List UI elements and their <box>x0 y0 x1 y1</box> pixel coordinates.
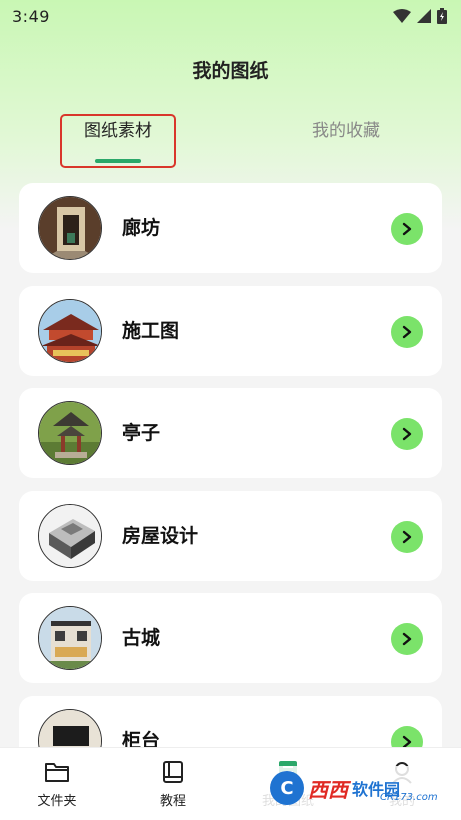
watermark: C 西西 软件园 CR173.com <box>262 766 442 810</box>
page-title: 我的图纸 <box>192 60 269 82</box>
corridor-thumbnail <box>38 196 102 260</box>
list-item-label: 房屋设计 <box>122 525 199 547</box>
tab-label: 图纸素材 <box>84 121 152 141</box>
list-item[interactable]: 亭子 <box>19 388 442 478</box>
pavilion-thumbnail <box>38 401 102 465</box>
pagoda-roof-thumbnail <box>38 299 102 363</box>
list-item[interactable]: 廊坊 <box>19 183 442 273</box>
chevron-right-icon[interactable] <box>391 623 423 655</box>
status-bar: 3:49 <box>0 0 461 32</box>
tab-drawing-materials[interactable]: 图纸素材 <box>60 114 176 168</box>
tab-label: 我的收藏 <box>312 121 380 141</box>
watermark-brand: 西西 <box>308 777 348 802</box>
list-item-label: 亭子 <box>122 422 161 444</box>
status-icons <box>393 8 447 24</box>
tab-bar: 图纸素材 我的收藏 <box>0 110 461 170</box>
nav-label: 文件夹 <box>37 794 77 809</box>
status-time: 3:49 <box>12 6 50 26</box>
chevron-right-icon[interactable] <box>391 316 423 348</box>
watermark-logo-icon: C <box>270 771 304 805</box>
tab-my-favorites[interactable]: 我的收藏 <box>288 116 404 166</box>
chevron-right-icon[interactable] <box>391 418 423 450</box>
folder-icon <box>45 763 69 782</box>
tab-active-indicator <box>95 159 141 163</box>
wifi-icon <box>393 9 411 23</box>
nav-label: 教程 <box>159 794 186 809</box>
watermark-url: CR173.com <box>380 792 438 803</box>
list-item-label: 施工图 <box>122 320 180 342</box>
list-item-label: 古城 <box>122 627 161 649</box>
chevron-right-icon[interactable] <box>391 213 423 245</box>
chevron-right-icon[interactable] <box>391 521 423 553</box>
nav-item-folder[interactable]: 文件夹 <box>17 758 97 809</box>
nav-item-tutorial[interactable]: 教程 <box>133 758 213 809</box>
list-item[interactable]: 施工图 <box>19 286 442 376</box>
book-icon <box>163 761 183 783</box>
list-item[interactable]: 古城 <box>19 593 442 683</box>
list-item-label: 廊坊 <box>122 217 161 239</box>
list-item[interactable]: 房屋设计 <box>19 491 442 581</box>
signal-icon <box>417 9 431 23</box>
battery-icon <box>437 8 447 24</box>
floorplan-3d-thumbnail <box>38 504 102 568</box>
villa-thumbnail <box>38 606 102 670</box>
